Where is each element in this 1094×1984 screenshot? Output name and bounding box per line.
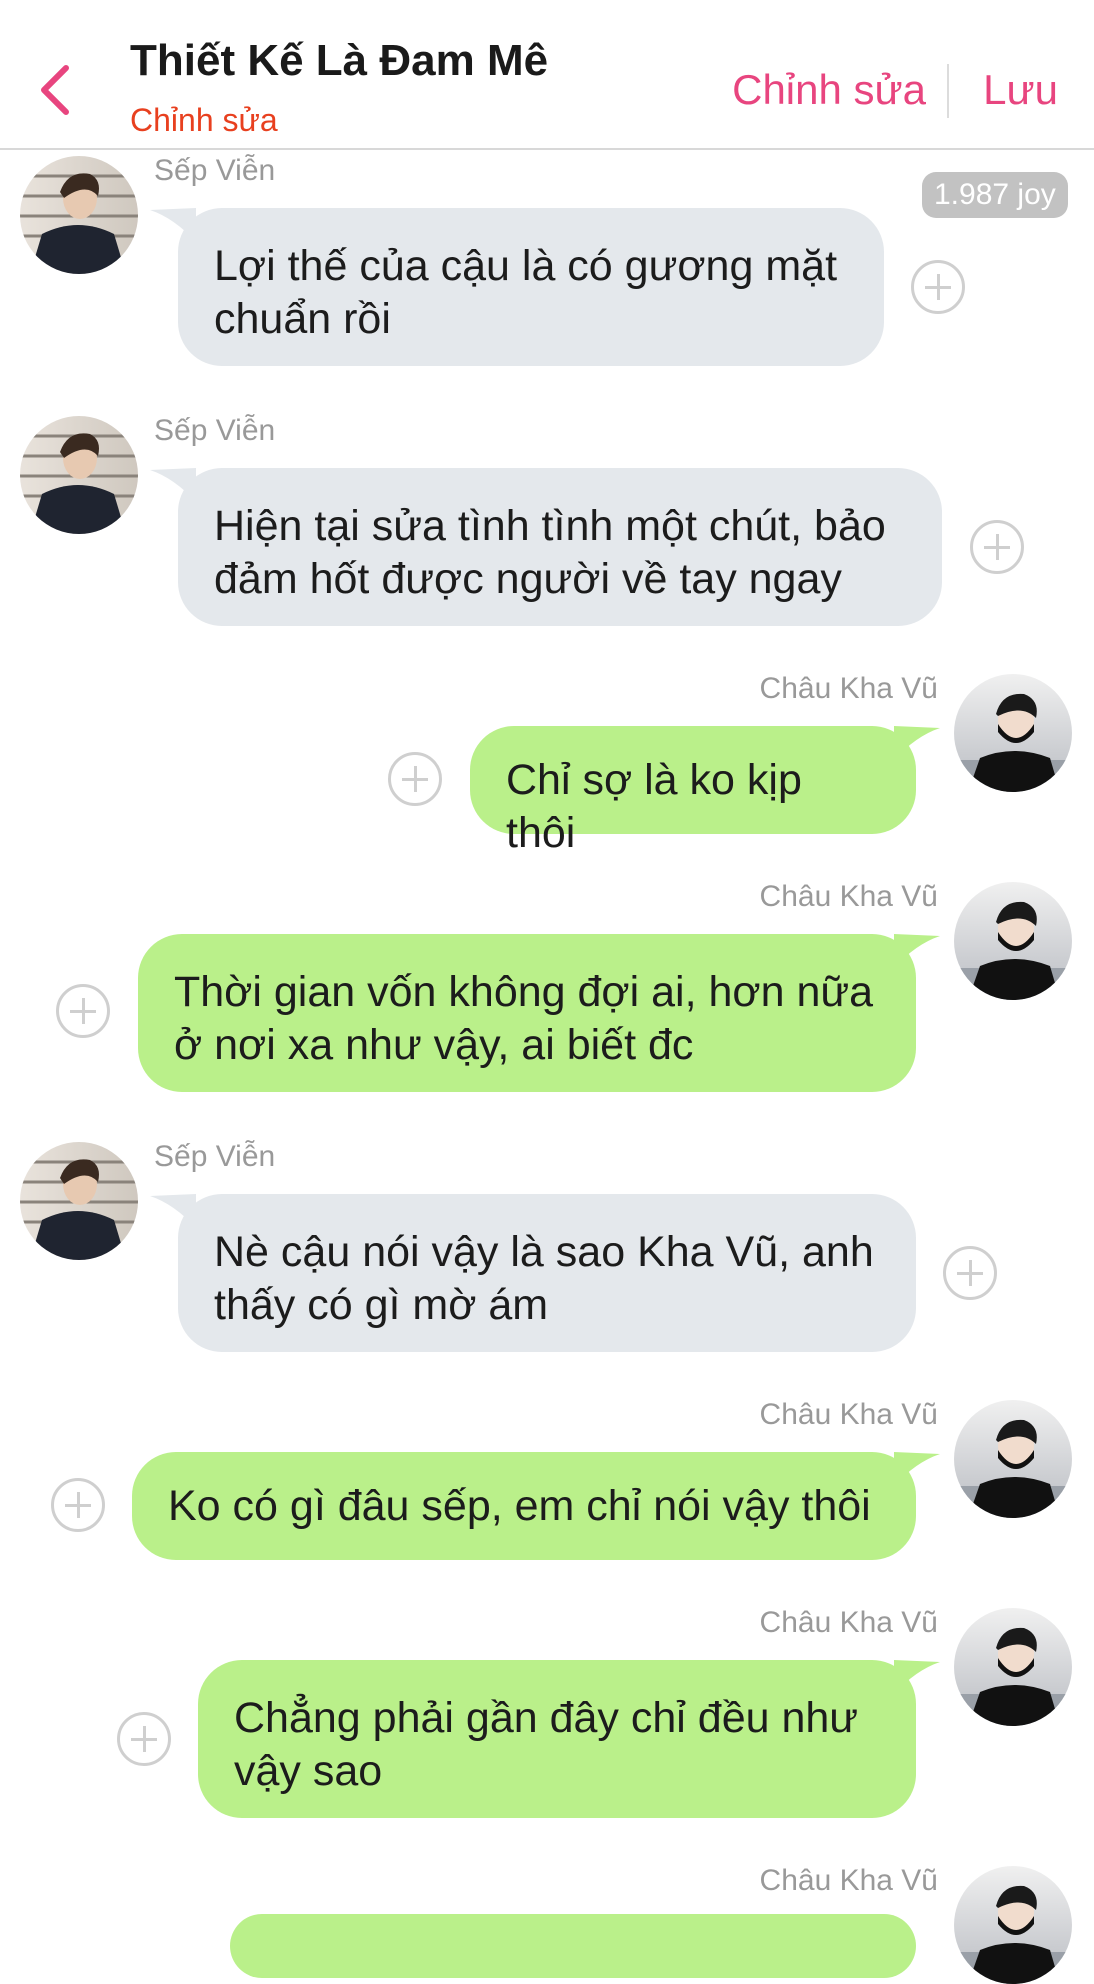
message-bubble[interactable]: Nè cậu nói vậy là sao Kha Vũ, anh thấy c… xyxy=(178,1194,916,1352)
avatar[interactable] xyxy=(954,1400,1072,1518)
message-bubble[interactable]: Hiện tại sửa tình tình một chút, bảo đảm… xyxy=(178,468,942,626)
avatar[interactable] xyxy=(20,156,138,274)
header-divider xyxy=(947,64,949,118)
sender-name: Sếp Viễn xyxy=(154,154,276,187)
add-reaction-icon[interactable] xyxy=(51,1478,105,1532)
sender-name: Châu Kha Vũ xyxy=(759,880,938,913)
sender-name: Châu Kha Vũ xyxy=(759,1398,938,1431)
sender-name: Sếp Viễn xyxy=(154,414,276,447)
chat-header: Thiết Kế Là Đam Mê Chỉnh sửa Chỉnh sửa L… xyxy=(0,0,1094,150)
avatar[interactable] xyxy=(954,1608,1072,1726)
avatar[interactable] xyxy=(954,882,1072,1000)
sender-name: Sếp Viễn xyxy=(154,1140,276,1173)
add-reaction-icon[interactable] xyxy=(911,260,965,314)
avatar[interactable] xyxy=(20,416,138,534)
avatar[interactable] xyxy=(954,674,1072,792)
sender-name: Châu Kha Vũ xyxy=(759,672,938,705)
chat-title: Thiết Kế Là Đam Mê xyxy=(130,36,549,85)
message-bubble[interactable]: Chẳng phải gần đây chỉ đều như vậy sao xyxy=(198,1660,916,1818)
message-bubble[interactable]: Ko có gì đâu sếp, em chỉ nói vậy thôi xyxy=(132,1452,916,1560)
message-bubble[interactable]: Chỉ sợ là ko kịp thôi xyxy=(470,726,916,857)
joy-badge: 1.987 joy xyxy=(922,172,1068,218)
add-reaction-icon[interactable] xyxy=(388,752,442,806)
avatar[interactable] xyxy=(20,1142,138,1260)
message-bubble[interactable]: Lợi thế của cậu là có gương mặt chuẩn rồ… xyxy=(178,208,884,366)
add-reaction-icon[interactable] xyxy=(943,1246,997,1300)
edit-button[interactable]: Chỉnh sửa xyxy=(732,66,926,114)
sender-name: Châu Kha Vũ xyxy=(759,1864,938,1897)
add-reaction-icon[interactable] xyxy=(117,1712,171,1766)
save-button[interactable]: Lưu xyxy=(983,66,1058,114)
add-reaction-icon[interactable] xyxy=(56,984,110,1038)
chevron-left-icon[interactable] xyxy=(36,62,76,118)
message-bubble[interactable]: Thời gian vốn không đợi ai, hơn nữa ở nơ… xyxy=(138,934,916,1092)
sender-name: Châu Kha Vũ xyxy=(759,1606,938,1639)
avatar[interactable] xyxy=(954,1866,1072,1984)
message-bubble[interactable] xyxy=(230,1914,916,1978)
chat-subtitle[interactable]: Chỉnh sửa xyxy=(130,102,278,139)
add-reaction-icon[interactable] xyxy=(970,520,1024,574)
